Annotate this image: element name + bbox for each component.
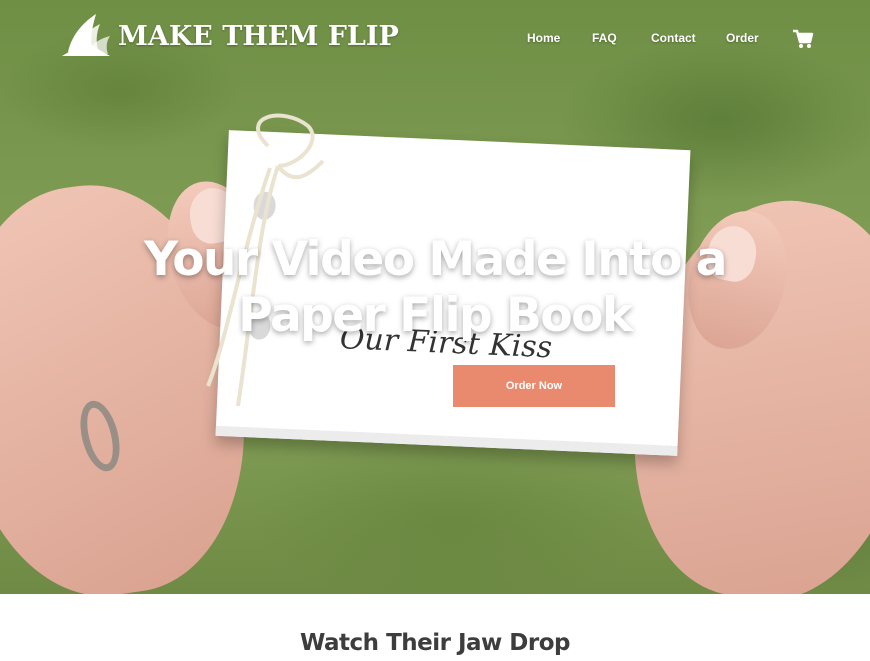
- nav-link-faq[interactable]: FAQ: [592, 31, 617, 45]
- order-now-button[interactable]: Order Now: [453, 365, 615, 407]
- nav-link-contact[interactable]: Contact: [651, 31, 696, 45]
- hero-headline-line-2: Paper Flip Book: [238, 288, 633, 343]
- brand-logo[interactable]: MAKE THEM FLIP: [58, 12, 399, 60]
- book-flip-icon: [62, 14, 110, 56]
- shopping-cart-icon[interactable]: [792, 29, 814, 49]
- nav-link-home[interactable]: Home: [527, 31, 560, 45]
- hero-headline: Your Video Made Into a Paper Flip Book: [60, 232, 810, 344]
- brand-name: MAKE THEM FLIP: [118, 20, 399, 52]
- hero-headline-line-1: Your Video Made Into a: [144, 232, 728, 287]
- top-navigation: MAKE THEM FLIP Home FAQ Contact Order: [0, 0, 870, 80]
- watch-demo-button[interactable]: Watch A Demo: [262, 365, 431, 407]
- section-title: Watch Their Jaw Drop: [299, 630, 571, 656]
- nav-link-order[interactable]: Order: [726, 31, 759, 45]
- hero-section: Our First Kiss MAKE THEM FLIP Home FAQ C…: [0, 0, 870, 594]
